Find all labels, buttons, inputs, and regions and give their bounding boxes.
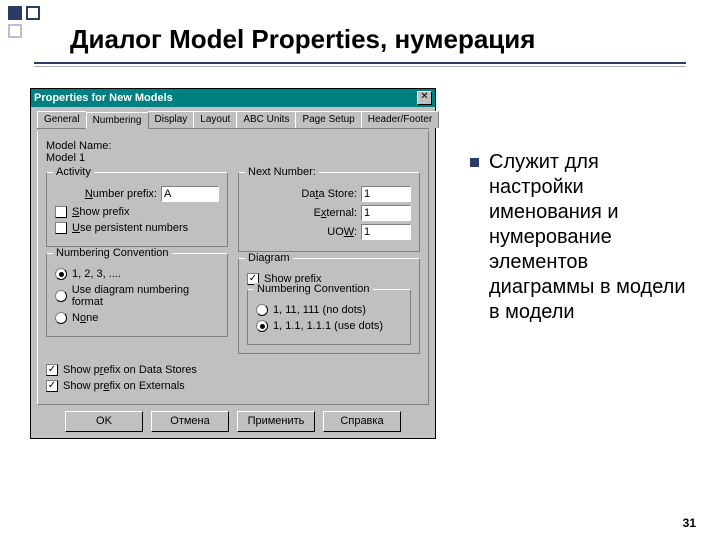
show-prefix-ds-label: Show prefix on Data Stores xyxy=(63,364,197,376)
tab-general[interactable]: General xyxy=(37,111,87,128)
radio-icon xyxy=(256,320,268,332)
tab-layout[interactable]: Layout xyxy=(193,111,237,128)
radio-icon xyxy=(256,304,268,316)
tab-display[interactable]: Display xyxy=(148,111,195,128)
radio-icon xyxy=(55,290,67,302)
dialog-title: Properties for New Models xyxy=(34,92,173,104)
checkbox-icon: ✓ xyxy=(46,364,58,376)
external-input[interactable] xyxy=(361,205,411,221)
model-name-label: Model Name: xyxy=(46,140,420,152)
slide-corner-decoration xyxy=(8,6,56,44)
nc-opt2-label: Use diagram numbering format xyxy=(72,284,219,308)
group-diagram: Diagram ✓ Show prefix Numbering Conventi… xyxy=(238,258,420,354)
number-prefix-label: Number prefix: xyxy=(55,188,157,200)
group-diagram-nc-legend: Numbering Convention xyxy=(254,283,373,295)
slide-title: Диалог Model Properties, нумерация xyxy=(70,24,535,55)
nc-opt1-row[interactable]: 1, 2, 3, .... xyxy=(55,268,219,280)
radio-icon xyxy=(55,312,67,324)
show-prefix-label: Show prefix xyxy=(72,206,129,218)
diagram-nc-opt1-label: 1, 11, 111 (no dots) xyxy=(273,304,366,316)
dialog-titlebar[interactable]: Properties for New Models ✕ xyxy=(31,89,435,107)
nc-opt3-label: None xyxy=(72,312,98,324)
title-rule-thin xyxy=(34,66,686,67)
show-prefix-ext-label: Show prefix on Externals xyxy=(63,380,185,392)
bullet-square-icon xyxy=(470,158,479,167)
tab-strip: General Numbering Display Layout ABC Uni… xyxy=(37,111,429,129)
use-persistent-label: Use persistent numbers xyxy=(72,222,188,234)
tab-abc-units[interactable]: ABC Units xyxy=(236,111,296,128)
group-activity: Activity Number prefix: Show prefix Use … xyxy=(46,172,228,247)
group-next-number: Next Number: Data Store: External: UOW: xyxy=(238,172,420,252)
group-activity-legend: Activity xyxy=(53,166,94,178)
cancel-button[interactable]: Отмена xyxy=(151,411,229,432)
page-number: 31 xyxy=(683,516,696,530)
bullet-text: Служит для настройки именования и нумеро… xyxy=(489,150,690,325)
group-diagram-nc: Numbering Convention 1, 11, 111 (no dots… xyxy=(247,289,411,345)
nc-opt3-row[interactable]: None xyxy=(55,312,219,324)
title-rule xyxy=(34,62,686,64)
model-name-value: Model 1 xyxy=(46,152,420,164)
diagram-nc-opt2-label: 1, 1.1, 1.1.1 (use dots) xyxy=(273,320,383,332)
radio-icon xyxy=(55,268,67,280)
group-nc-legend: Numbering Convention xyxy=(53,247,172,259)
data-store-input[interactable] xyxy=(361,186,411,202)
number-prefix-input[interactable] xyxy=(161,186,219,202)
diagram-nc-opt1-row[interactable]: 1, 11, 111 (no dots) xyxy=(256,304,402,316)
show-prefix-ext-row[interactable]: ✓ Show prefix on Externals xyxy=(46,380,420,392)
help-button[interactable]: Справка xyxy=(323,411,401,432)
checkbox-icon xyxy=(55,222,67,234)
tab-page-numbering: Model Name: Model 1 Activity Number pref… xyxy=(37,131,429,405)
ok-button[interactable]: OK xyxy=(65,411,143,432)
show-prefix-check-row[interactable]: Show prefix xyxy=(55,206,219,218)
use-persistent-check-row[interactable]: Use persistent numbers xyxy=(55,222,219,234)
group-numbering-convention: Numbering Convention 1, 2, 3, .... Use d… xyxy=(46,253,228,337)
diagram-nc-opt2-row[interactable]: 1, 1.1, 1.1.1 (use dots) xyxy=(256,320,402,332)
tab-page-setup[interactable]: Page Setup xyxy=(295,111,361,128)
nc-opt2-row[interactable]: Use diagram numbering format xyxy=(55,284,219,308)
tab-numbering[interactable]: Numbering xyxy=(86,112,149,129)
uow-label: UOW: xyxy=(247,226,357,238)
nc-opt1-label: 1, 2, 3, .... xyxy=(72,268,121,280)
show-prefix-ds-row[interactable]: ✓ Show prefix on Data Stores xyxy=(46,364,420,376)
checkbox-icon xyxy=(55,206,67,218)
tab-header-footer[interactable]: Header/Footer xyxy=(361,111,439,128)
properties-dialog: Properties for New Models ✕ General Numb… xyxy=(30,88,436,439)
apply-button[interactable]: Применить xyxy=(237,411,315,432)
close-icon[interactable]: ✕ xyxy=(417,91,432,105)
external-label: External: xyxy=(247,207,357,219)
group-next-number-legend: Next Number: xyxy=(245,166,319,178)
dialog-button-row: OK Отмена Применить Справка xyxy=(37,411,429,432)
checkbox-icon: ✓ xyxy=(46,380,58,392)
uow-input[interactable] xyxy=(361,224,411,240)
group-diagram-legend: Diagram xyxy=(245,252,293,264)
data-store-label: Data Store: xyxy=(247,188,357,200)
bullet-item: Служит для настройки именования и нумеро… xyxy=(470,150,690,325)
